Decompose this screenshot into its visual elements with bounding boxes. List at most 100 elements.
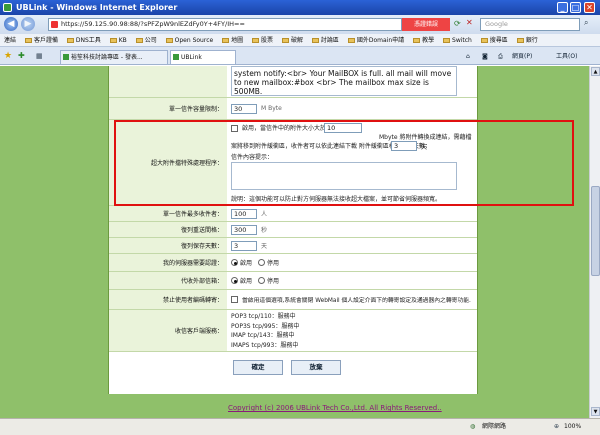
proxy-row: 代收外部信箱： 啟用 停用 — [109, 272, 477, 290]
certificate-error-button[interactable]: 憑證錯誤 — [402, 18, 450, 31]
refresh-icon[interactable]: ⟳ — [454, 19, 461, 28]
certificate-error-icon — [51, 21, 58, 28]
folder-icon — [222, 38, 230, 43]
folder-icon — [165, 38, 173, 43]
favorite-item[interactable]: Open Source — [165, 34, 213, 46]
service-item: POP3S tcp/995：服務中 — [231, 322, 300, 330]
vertical-scrollbar[interactable]: ▲ ▼ — [589, 66, 600, 418]
copyright-link[interactable]: Copyright (c) 2006 UBLink Tech Co.,Ltd. … — [228, 404, 442, 412]
retry-interval-row: 復列重送間格： 300 秒 — [109, 222, 477, 238]
minimize-button[interactable]: _ — [557, 2, 568, 13]
settings-panel: system notify:<br> Your MailBOX is full.… — [108, 66, 478, 394]
size-limit-input[interactable]: 30 — [231, 103, 257, 114]
ie-app-icon — [3, 3, 12, 12]
webmail-forward-checkbox[interactable] — [231, 296, 238, 303]
webmail-forward-label: 禁止使用者編碼轉寄： — [109, 290, 227, 309]
window-titlebar: UBLink - Windows Internet Explorer _ □ ✕ — [0, 0, 600, 15]
proxy-enable-label: 啟用 — [240, 278, 253, 285]
services-list: POP3 tcp/110：服務中 POP3S tcp/995：服務中 IMAP … — [231, 312, 299, 350]
notify-row: system notify:<br> Your MailBOX is full.… — [109, 66, 477, 98]
notify-textarea[interactable]: system notify:<br> Your MailBOX is full.… — [231, 66, 457, 96]
favorite-item[interactable]: 搜尋區 — [480, 34, 508, 46]
proxy-disable-radio[interactable] — [258, 277, 266, 284]
proxy-disable-label: 停用 — [267, 278, 280, 285]
retry-interval-label: 復列重送間格： — [109, 222, 227, 237]
auth-label: 我的伺服器需要認證： — [109, 254, 227, 271]
favorite-item[interactable]: 股票 — [252, 34, 273, 46]
folder-icon — [347, 38, 355, 43]
auth-disable-radio[interactable] — [258, 259, 266, 266]
stop-icon[interactable]: ✕ — [466, 18, 473, 27]
print-icon[interactable]: ⎙ — [498, 51, 503, 62]
feeds-icon[interactable]: ◙ — [482, 51, 488, 62]
retry-days-row: 復列保存天數： 3 天 — [109, 238, 477, 254]
services-row: 收信客戶端服務： POP3 tcp/110：服務中 POP3S tcp/995：… — [109, 310, 477, 352]
auth-enable-radio[interactable] — [231, 259, 238, 266]
favorite-item[interactable]: 公司 — [135, 34, 157, 46]
retry-days-input[interactable]: 3 — [231, 240, 257, 251]
search-icon[interactable]: ⌕ — [584, 18, 588, 28]
scroll-thumb[interactable] — [591, 186, 600, 276]
auth-disable-label: 停用 — [267, 260, 280, 267]
add-favorite-icon[interactable]: ✚ — [18, 51, 25, 60]
retry-interval-unit: 秒 — [261, 227, 268, 234]
scroll-down-icon[interactable]: ▼ — [591, 407, 600, 416]
address-row: ◀ ▶ https://59.125.90.98:88/?sPFZpW9nlEZ… — [0, 15, 600, 34]
back-arrow-icon[interactable]: ◀ — [4, 17, 18, 31]
scroll-up-icon[interactable]: ▲ — [591, 67, 600, 76]
favorite-item[interactable]: 討論區 — [311, 34, 339, 46]
home-icon[interactable]: ⌂ — [466, 51, 470, 62]
forward-arrow-icon[interactable]: ▶ — [21, 17, 35, 31]
page-menu[interactable]: 網頁(P) — [512, 51, 532, 62]
favorite-item[interactable]: 地圖 — [222, 34, 243, 46]
retry-days-label: 復列保存天數： — [109, 238, 227, 253]
close-button[interactable]: ✕ — [584, 2, 595, 13]
cancel-button[interactable]: 放棄 — [291, 360, 341, 375]
proxy-enable-radio[interactable] — [231, 277, 238, 284]
webmail-forward-row: 禁止使用者編碼轉寄： 當啟用這個選項,系統會關閉 WebMail 個人設定介面下… — [109, 290, 477, 310]
size-limit-unit: M Byte — [261, 105, 282, 112]
favorites-bar: 連結 客戶證備 DNS工具 KB 公司 Open Source 地圖 股票 破解… — [0, 34, 600, 47]
favorite-item[interactable]: 教學 — [413, 34, 434, 46]
retry-interval-input[interactable]: 300 — [231, 224, 257, 235]
quick-tabs-icon[interactable]: ▦ — [36, 52, 43, 60]
max-recipients-input[interactable]: 100 — [231, 208, 257, 219]
favorite-item[interactable]: Switch — [443, 34, 472, 46]
services-label: 收信客戶端服務： — [109, 310, 227, 351]
maximize-button[interactable]: □ — [570, 2, 581, 13]
zone-label: 網際網路 — [482, 423, 507, 430]
favorites-star-icon[interactable]: ★ — [4, 51, 12, 61]
address-bar[interactable]: https://59.125.90.98:88/?sPFZpW9nlEZdFy0… — [48, 18, 402, 31]
max-recipients-unit: 人 — [261, 211, 268, 218]
zoom-level[interactable]: 100% — [564, 419, 581, 435]
folder-icon — [480, 38, 488, 43]
proxy-label: 代收外部信箱： — [109, 272, 227, 289]
page-icon — [63, 54, 69, 60]
folder-icon — [135, 38, 143, 43]
favorite-item[interactable]: DNS工具 — [66, 34, 101, 46]
folder-icon — [24, 38, 32, 43]
tab-forum[interactable]: 裕笙科技討論專區 - 發表... — [60, 50, 168, 64]
tab-row: ★ ✚ ▦ 裕笙科技討論專區 - 發表... UBLink ⌂ ◙ ⎙ 網頁(P… — [0, 47, 600, 65]
favorite-item[interactable]: 破解 — [281, 34, 303, 46]
service-item: IMAP tcp/143：服務中 — [231, 332, 295, 339]
favorite-item[interactable]: 客戶證備 — [24, 34, 58, 46]
ok-button[interactable]: 確定 — [233, 360, 283, 375]
search-input[interactable]: Google — [480, 18, 580, 31]
globe-icon: ◍ — [470, 423, 476, 430]
links-label: 連結 — [4, 37, 17, 44]
favorite-item[interactable]: 銀行 — [516, 34, 538, 46]
favorite-item[interactable]: 國外Domain申請 — [347, 34, 404, 46]
max-recipients-label: 單一信件最多收件者： — [109, 206, 227, 221]
tab-ublink[interactable]: UBLink — [170, 50, 236, 64]
tools-menu[interactable]: 工具(O) — [556, 51, 577, 62]
status-bar: ◍ 網際網路 ⊕ 100% — [0, 418, 600, 435]
max-recipients-row: 單一信件最多收件者： 100 人 — [109, 206, 477, 222]
service-item: POP3 tcp/110：服務中 — [231, 313, 296, 320]
favorite-item[interactable]: KB — [109, 34, 127, 46]
folder-icon — [252, 38, 260, 43]
folder-icon — [516, 38, 524, 43]
window-title: UBLink - Windows Internet Explorer — [16, 3, 178, 12]
webmail-forward-text: 當啟用這個選項,系統會關閉 WebMail 個人設定介面下的轉寄設定及通過器內之… — [242, 298, 471, 304]
zoom-icon[interactable]: ⊕ — [554, 419, 559, 435]
